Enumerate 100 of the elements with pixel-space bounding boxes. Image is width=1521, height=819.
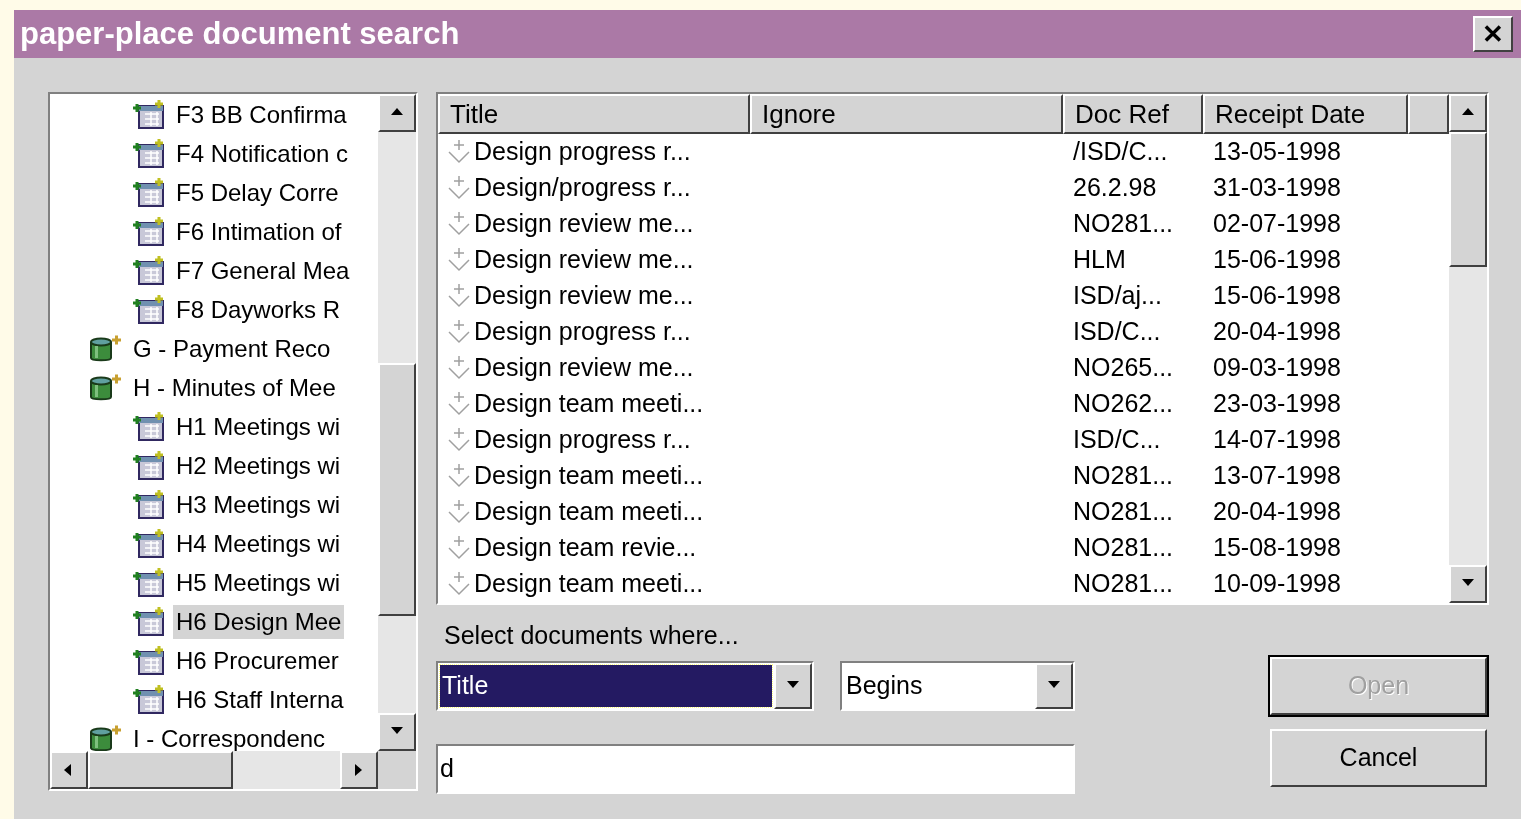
scroll-down-button[interactable] [1449,565,1487,603]
table-plus-icon [131,684,167,715]
dropdown-button[interactable] [774,662,812,709]
cylinder-plus-icon [88,333,124,364]
cancel-button[interactable]: Cancel [1270,729,1487,787]
table-plus-icon [131,450,167,481]
table-plus-icon [131,528,167,559]
table-cell-text: 13-05-1998 [1213,136,1341,168]
table-cell-text: Design review me... [474,280,694,312]
down-arrow-plus-icon [446,463,472,489]
table-cell-text: NO281... [1073,208,1174,240]
table-plus-icon [131,138,167,169]
table-cell-text: 14-07-1998 [1213,424,1341,456]
table-cell-text: 10-09-1998 [1213,568,1341,600]
table-cell-text: HLM [1073,244,1126,276]
table-cell-text: 15-06-1998 [1213,244,1341,276]
down-arrow-plus-icon [446,391,472,417]
table-plus-icon [131,177,167,208]
scrollbar-corner [378,751,416,789]
table-cell-text: 31-03-1998 [1213,172,1341,204]
scrollbar-thumb[interactable] [378,362,416,616]
search-input-field[interactable]: d [436,743,1075,794]
down-arrow-plus-icon [446,427,472,453]
table-cell-text: Design progress r... [474,316,691,348]
down-arrow-plus-icon [446,283,472,309]
tree-item[interactable]: F6 Intimation of [173,214,345,249]
scroll-left-button[interactable] [50,751,88,789]
dropdown-field[interactable]: Title [436,660,814,711]
table-cell-text: 09-03-1998 [1213,352,1341,384]
down-arrow-plus-icon [446,535,472,561]
table-cell-text: NO281... [1073,568,1174,600]
table-cell-text: NO281... [1073,532,1174,564]
table-plus-icon [131,606,167,637]
table-cell-text: 15-06-1998 [1213,280,1341,312]
tree-item[interactable]: G - Payment Reco [130,331,334,366]
tree-item[interactable]: H1 Meetings wi [173,409,344,444]
table-cell-text: 15-08-1998 [1213,532,1341,564]
down-arrow-plus-icon [446,499,472,525]
column-header[interactable]: Receipt Date [1203,94,1408,134]
tree-item[interactable]: F3 BB Confirma [173,97,350,132]
table-cell-text: ISD/C... [1073,424,1161,456]
dropdown-field[interactable]: Begins [840,660,1075,711]
dropdown-value: Title [440,664,772,707]
table-cell-text: ISD/C... [1073,316,1161,348]
table-plus-icon [131,216,167,247]
horizontal-scrollbar[interactable] [50,751,378,789]
tree-item[interactable]: H4 Meetings wi [173,526,344,561]
table-cell-text: 23-03-1998 [1213,388,1341,420]
criteria-label: Select documents where... [444,620,740,651]
table-plus-icon [131,567,167,598]
table-cell-text: Design/progress r... [474,172,691,204]
tree-item[interactable]: H6 Staff Interna [173,682,347,717]
tree-item[interactable]: F8 Dayworks R [173,292,344,327]
dropdown-value: Begins [845,669,924,701]
table-cell-text: Design review me... [474,244,694,276]
tree-item[interactable]: H6 Procuremer [173,643,342,678]
scroll-down-button[interactable] [378,713,416,751]
close-button[interactable]: ✕ [1473,16,1513,52]
tree-item[interactable]: H6 Design Mee [173,604,345,639]
table-cell-text: ISD/aj... [1073,280,1162,312]
column-header[interactable]: Title [438,94,750,134]
table-cell-text: NO265... [1073,352,1174,384]
table-cell-text: Design progress r... [474,136,691,168]
tree-item[interactable]: H2 Meetings wi [173,448,344,483]
down-arrow-plus-icon [446,319,472,345]
tree-item[interactable]: H5 Meetings wi [173,565,344,600]
scrollbar-thumb[interactable] [88,751,233,789]
scrollbar-thumb[interactable] [1449,132,1487,267]
table-plus-icon [131,411,167,442]
tree-item[interactable]: I - Correspondenc [130,721,329,751]
scroll-right-button[interactable] [340,751,378,789]
table-cell-text: 13-07-1998 [1213,460,1341,492]
down-arrow-plus-icon [446,211,472,237]
vertical-scrollbar[interactable] [1449,94,1487,603]
table-cell-text: 20-04-1998 [1213,496,1341,528]
scroll-up-button[interactable] [378,94,416,132]
column-header[interactable]: Doc Ref [1063,94,1203,134]
tree-item[interactable]: F4 Notification c [173,136,352,171]
table-cell-text: /ISD/C... [1073,136,1168,168]
tree-item[interactable]: H3 Meetings wi [173,487,344,522]
cylinder-plus-icon [88,372,124,403]
dropdown-button[interactable] [1035,662,1073,709]
table-cell-text: Design review me... [474,352,694,384]
table-plus-icon [131,99,167,130]
table-cell-text: NO262... [1073,388,1174,420]
scroll-up-button[interactable] [1449,94,1487,132]
table-cell-text: Design team revie... [474,532,697,564]
table-cell-text: 02-07-1998 [1213,208,1341,240]
tree-item[interactable]: F5 Delay Corre [173,175,342,210]
table-plus-icon [131,645,167,676]
tree-item[interactable]: H - Minutes of Mee [130,370,339,405]
cylinder-plus-icon [88,723,124,751]
tree-item[interactable]: F7 General Mea [173,253,353,288]
table-cell-text: 20-04-1998 [1213,316,1341,348]
table-cell-text: NO281... [1073,496,1174,528]
vertical-scrollbar[interactable] [378,94,416,751]
column-header[interactable]: Ignore [750,94,1063,134]
down-arrow-plus-icon [446,247,472,273]
table-plus-icon [131,489,167,520]
table-cell-text: Design progress r... [474,424,691,456]
